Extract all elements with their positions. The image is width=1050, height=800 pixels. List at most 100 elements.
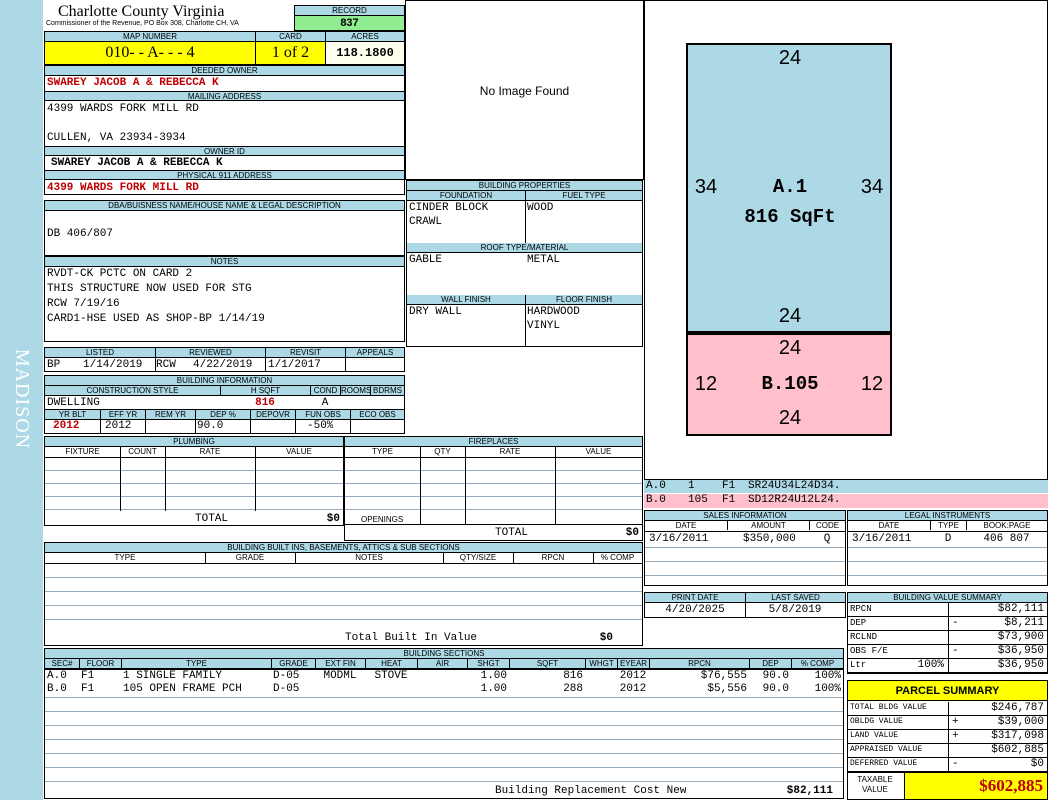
parcel-summary-label: APPRAISED VALUE [850,745,923,754]
sections-col: DEP [749,659,791,669]
parcel-summary-row: OBLDG VALUE + $39,000 [848,716,1047,730]
wall-finish: DRY WALL [409,306,462,318]
builtins-col: RPCN [541,553,565,562]
value-summary-value: $36,950 [997,645,1044,657]
value-summary-label: OBS F/E [850,646,888,656]
sketch-a-area: 816 SqFt [744,206,836,228]
sections-col: SEC# [45,659,79,669]
effyr-label: EFF YR [100,410,145,420]
building-info-label: BUILDING INFORMATION [45,376,404,386]
builtins-col: TYPE [114,553,136,562]
acres-value: 118.1800 [325,42,404,64]
last-saved-label: LAST SAVED [745,593,845,603]
side-label: MADISON [11,348,33,450]
sections-col: SHGT [467,659,509,669]
value-summary-value: $36,950 [997,659,1044,671]
builtins-col: GRADE [235,553,265,562]
value-summary-row: OBS F/E - $36,950 [848,645,1047,659]
value-summary-label: RPCN [850,604,872,614]
acres-label: ACRES [325,32,404,42]
fireplaces-box: FIREPLACES TYPE QTY RATE VALUE OPENINGS … [344,436,643,541]
note-line: CARD1-HSE USED AS SHOP-BP 1/14/19 [47,313,265,325]
dep: 90.0 [197,420,224,432]
sections-col: % COMP [791,659,843,669]
parcel-summary-value: $0 [1030,758,1044,770]
sketch-b-label: B.105 [761,373,819,395]
plumbing-col: VALUE [286,447,312,456]
builtins-col: NOTES [355,553,383,562]
sections-col: AIR [417,659,467,669]
map-card-acres: MAP NUMBER CARD ACRES 010- - A- - - 4 1 … [44,31,405,65]
legal-instruments-col: DATE [878,521,900,530]
parcel-summary-row: TOTAL BLDG VALUE $246,787 [848,702,1047,716]
section-cell: $5,556 [707,683,747,695]
owner-id-label: OWNER ID [45,146,404,156]
fireplace-col: RATE [499,447,521,456]
sales-col: AMOUNT [727,521,809,530]
sales-col: DATE [675,521,697,530]
sketch-a-bottom: 24 [778,305,802,327]
note-line: THIS STRUCTURE NOW USED FOR STG [47,283,252,295]
revisit-label: REVISIT [265,348,345,358]
roof-label: ROOF TYPE/MATERIAL [407,243,642,253]
section-cell: B.0 [47,683,67,695]
roof-material: METAL [527,254,561,266]
no-image-text: No Image Found [479,84,570,98]
plumbing-total-label: TOTAL [195,513,229,525]
legal-instruments-col: BOOK:PAGE [966,521,1047,530]
sketch-a-top: 24 [778,47,802,69]
last-saved-date: 5/8/2019 [768,604,822,616]
reviewed-label: REVIEWED [155,348,265,358]
wall-label: WALL FINISH [407,295,525,305]
value-summary-row: RPCN $82,111 [848,603,1047,617]
section-cell: D-05 [273,670,300,682]
funobs: -50% [307,420,334,432]
sections-col: GRADE [271,659,315,669]
section-cell: STOVE [374,670,408,682]
roof-type: GABLE [409,254,443,266]
instrument-date: 3/16/2011 [852,533,912,545]
print-date-label: PRINT DATE [645,593,745,603]
builtins-total: $0 [599,632,613,644]
builtins-col: QTY/SIZE [459,553,497,562]
sections-col: TYPE [121,659,271,669]
fuel-label: FUEL TYPE [525,191,642,201]
sales-col: CODE [809,521,845,530]
parcel-summary-value: $602,885 [991,744,1044,756]
hsqft-label: H SQFT [220,386,310,396]
card-value: 1 of 2 [255,42,325,64]
sketch-b-right: 12 [860,373,884,395]
sketch-legend-b: B.0 105 F1 SD12R24U12L24. [644,494,1048,508]
cond-label: COND [310,386,340,396]
listed-label: LISTED [45,348,155,358]
dates-box: LISTED REVIEWED REVISIT APPEALS BP 1/14/… [44,347,405,372]
record-box: RECORD 837 [294,5,405,31]
plumbing-total: $0 [326,513,340,525]
map-number: 010- - A- - - 4 [45,42,255,64]
fireplace-col: QTY [434,447,451,456]
sections-col: EXT FIN [315,659,365,669]
foundation-line: CRAWL [409,216,443,228]
legal-text: DB 406/807 [47,228,114,240]
floor-finish-line: HARDWOOD [527,306,580,318]
parcel-summary-row: LAND VALUE + $317,098 [848,730,1047,744]
parcel-summary-value: $246,787 [991,702,1044,714]
image-panel: No Image Found [405,0,644,180]
floor-label: FLOOR FINISH [525,295,642,305]
section-cell: 105 OPEN FRAME PCH [123,683,242,695]
physical-address-label: PHYSICAL 911 ADDRESS [45,170,404,180]
parcel-summary-label: LAND VALUE [850,731,899,740]
taxable-label-1: TAXABLE [857,775,893,784]
parcel-summary-label: TOTAL BLDG VALUE [850,703,927,712]
instrument-type: D [944,533,952,545]
floor-finish-line: VINYL [527,320,561,332]
physical-address: 4399 WARDS FORK MILL RD [47,182,199,194]
builtins-box: BUILDING BUILT INS, BASEMENTS, ATTICS & … [44,542,643,646]
mailing-line-1: 4399 WARDS FORK MILL RD [47,103,199,115]
print-box: PRINT DATE LAST SAVED 4/20/2025 5/8/2019 [644,592,846,618]
section-cell: 2012 [619,683,647,695]
section-cell: 100% [814,670,841,682]
section-cell: 2012 [619,670,647,682]
fuel-type: WOOD [527,202,554,214]
fireplace-col: TYPE [372,447,393,456]
